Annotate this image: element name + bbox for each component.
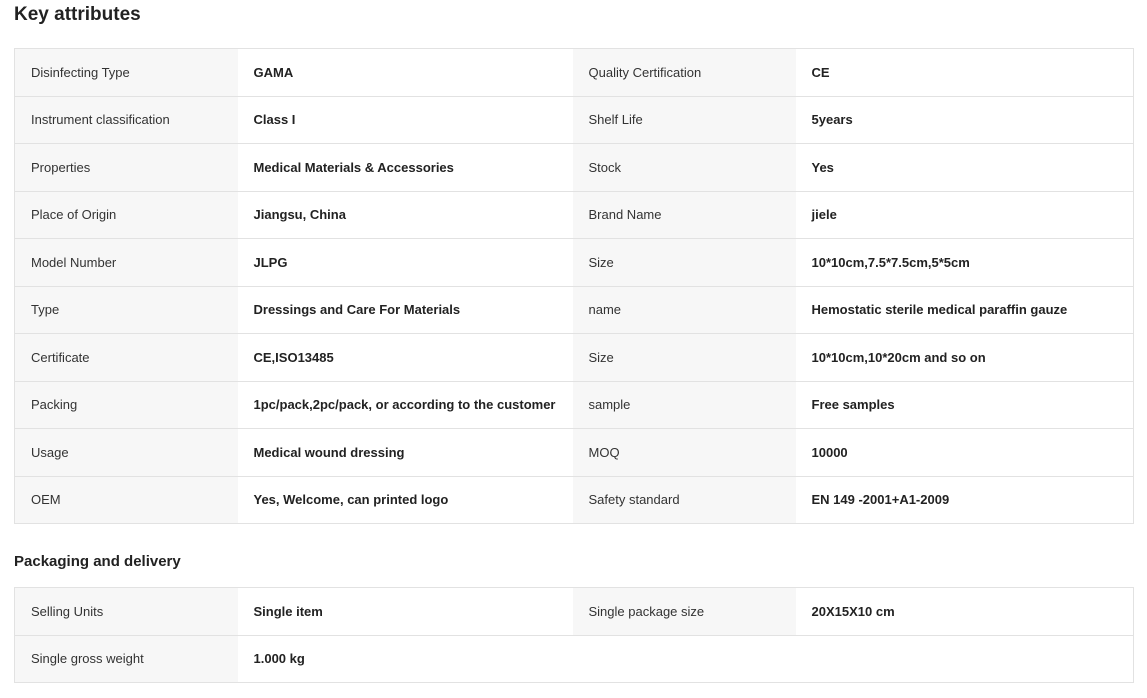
packaging-delivery-table: Selling Units Single item Single package s… [14,587,1134,683]
attribute-value: Jiangsu, China [237,191,573,239]
attribute-value: CE,ISO13485 [237,333,573,382]
attribute-label: Certificate [14,333,238,382]
attribute-row: Selling Units Single item Single package s… [14,587,1134,636]
packaging-delivery-heading: Packaging and delivery [14,553,181,570]
key-attributes-table: Disinfecting Type GAMA Quality Certificati… [14,48,1134,524]
attribute-label: Model Number [14,238,238,287]
attribute-value: jiele [795,191,1134,239]
attribute-row: Model Number JLPG Size 10*10cm,7.5*7.5cm,5*… [14,238,1134,287]
attribute-label: Quality Certification [572,48,796,97]
attribute-value: EN 149 -2001+A1-2009 [795,476,1134,524]
attribute-label: Single package size [572,587,796,636]
attribute-label: Size [572,333,796,382]
attribute-label: Shelf Life [572,96,796,144]
attribute-value: Yes [795,143,1134,192]
attribute-label: Size [572,238,796,287]
attribute-label: Type [14,286,238,334]
attribute-value: Class I [237,96,573,144]
attribute-label: Usage [14,428,238,477]
attribute-row: Certificate CE,ISO13485 Size 10*10cm,10*20c… [14,333,1134,382]
attribute-value: CE [795,48,1134,97]
attribute-value: GAMA [237,48,573,97]
attribute-value: 1pc/pack,2pc/pack, or according to the c… [237,381,573,429]
attribute-row: Instrument classification Class I Shelf Li… [14,96,1134,144]
attribute-label: MOQ [572,428,796,477]
attribute-value: 20X15X10 cm [795,587,1134,636]
attribute-value: 5years [795,96,1134,144]
attribute-label: Safety standard [572,476,796,524]
attribute-value: Medical wound dressing [237,428,573,477]
key-attributes-heading: Key attributes [14,4,141,25]
attribute-value: Medical Materials & Accessories [237,143,573,192]
attribute-value: Yes, Welcome, can printed logo [237,476,573,524]
attribute-label: Place of Origin [14,191,238,239]
attribute-label: Selling Units [14,587,238,636]
attribute-value: JLPG [237,238,573,287]
attribute-label: Packing [14,381,238,429]
attribute-label: Single gross weight [14,635,238,683]
empty-cell [572,635,796,683]
attribute-label: Properties [14,143,238,192]
attribute-row: Disinfecting Type GAMA Quality Certificati… [14,48,1134,97]
attribute-row: Usage Medical wound dressing MOQ 10000 [14,428,1134,477]
attribute-value: 10*10cm,7.5*7.5cm,5*5cm [795,238,1134,287]
attribute-value: Free samples [795,381,1134,429]
attribute-value: 1.000 kg [237,635,573,683]
attribute-label: name [572,286,796,334]
attribute-row: Type Dressings and Care For Materials name… [14,286,1134,334]
empty-cell [795,635,1134,683]
attribute-label: Stock [572,143,796,192]
attribute-value: 10*10cm,10*20cm and so on [795,333,1134,382]
attribute-label: OEM [14,476,238,524]
attribute-label: Disinfecting Type [14,48,238,97]
attribute-row: Packing 1pc/pack,2pc/pack, or according t… [14,381,1134,429]
attribute-label: sample [572,381,796,429]
attribute-row: Place of Origin Jiangsu, China Brand Name j… [14,191,1134,239]
attribute-value: Single item [237,587,573,636]
attribute-value: 10000 [795,428,1134,477]
attribute-row: Single gross weight 1.000 kg [14,635,1134,683]
attribute-value: Hemostatic sterile medical paraffin gauz… [795,286,1134,334]
attribute-value: Dressings and Care For Materials [237,286,573,334]
attribute-label: Brand Name [572,191,796,239]
attribute-label: Instrument classification [14,96,238,144]
attribute-row: Properties Medical Materials & Accessorie… [14,143,1134,192]
attribute-row: OEM Yes, Welcome, can printed logo Safety … [14,476,1134,524]
